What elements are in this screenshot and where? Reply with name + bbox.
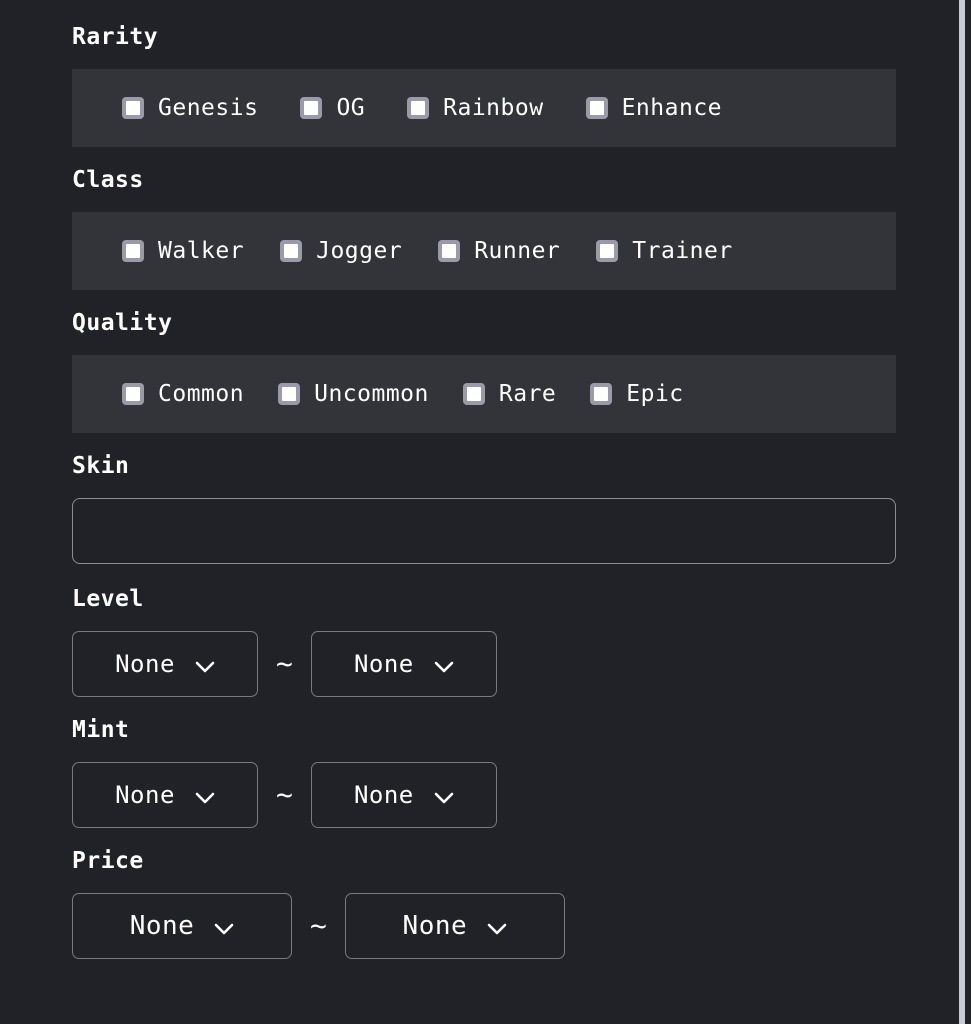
vertical-scrollbar[interactable] [959, 0, 965, 1024]
checkbox-icon[interactable] [122, 240, 144, 262]
quality-option-label: Uncommon [314, 381, 429, 407]
rarity-option-genesis[interactable]: Genesis [122, 95, 258, 121]
checkbox-icon[interactable] [300, 97, 323, 119]
rarity-option-label: OG [336, 95, 366, 121]
rarity-option-enhance[interactable]: Enhance [585, 95, 723, 121]
quality-option-rare[interactable]: Rare [462, 381, 557, 407]
rarity-option-rainbow[interactable]: Rainbow [407, 95, 543, 121]
rarity-option-label: Rainbow [443, 95, 544, 121]
checkbox-icon[interactable] [278, 383, 301, 405]
class-option-label: Trainer [632, 238, 733, 264]
class-option-walker[interactable]: Walker [122, 238, 244, 264]
mint-min-select[interactable]: None [72, 762, 258, 828]
checkbox-icon[interactable] [462, 383, 485, 405]
filter-content: Rarity Genesis OG Rainbow Enhance Class [72, 0, 896, 959]
mint-range-row: None ~ None [72, 762, 896, 828]
mint-section-label: Mint [72, 717, 130, 743]
mint-min-value: None [115, 781, 175, 809]
level-range-separator: ~ [276, 647, 293, 680]
checkbox-icon[interactable] [122, 383, 144, 405]
quality-option-uncommon[interactable]: Uncommon [278, 381, 429, 407]
checkbox-icon[interactable] [407, 97, 430, 119]
price-min-value: None [129, 911, 195, 941]
quality-option-label: Rare [498, 381, 557, 407]
mint-max-value: None [353, 781, 414, 809]
class-option-label: Jogger [316, 238, 403, 264]
level-min-value: None [115, 650, 175, 678]
class-option-jogger[interactable]: Jogger [280, 238, 402, 264]
skin-section-label: Skin [72, 453, 130, 479]
quality-option-epic[interactable]: Epic [590, 381, 683, 407]
rarity-option-og[interactable]: OG [300, 95, 365, 121]
rarity-options-group: Genesis OG Rainbow Enhance [72, 69, 896, 147]
chevron-down-icon [434, 789, 454, 804]
level-section-label: Level [72, 586, 144, 612]
checkbox-icon[interactable] [590, 383, 613, 405]
rarity-option-label: Genesis [158, 95, 259, 121]
class-option-runner[interactable]: Runner [438, 238, 560, 264]
class-options-group: Walker Jogger Runner Trainer [72, 212, 896, 290]
price-max-select[interactable]: None [344, 893, 565, 959]
quality-option-label: Common [158, 381, 245, 407]
checkbox-icon[interactable] [280, 240, 303, 262]
chevron-down-icon [434, 658, 454, 673]
chevron-down-icon [214, 920, 234, 935]
quality-options-group: Common Uncommon Rare Epic [72, 355, 896, 433]
checkbox-icon[interactable] [122, 97, 144, 119]
quality-section-label: Quality [72, 310, 173, 336]
quality-option-label: Epic [626, 381, 684, 407]
checkbox-icon[interactable] [438, 240, 461, 262]
class-section-label: Class [72, 167, 144, 193]
rarity-section-label: Rarity [72, 24, 159, 50]
level-min-select[interactable]: None [72, 631, 258, 697]
class-option-label: Runner [474, 238, 561, 264]
chevron-down-icon [195, 658, 215, 673]
chevron-down-icon [195, 789, 215, 804]
rarity-option-label: Enhance [621, 95, 723, 121]
price-max-value: None [402, 911, 468, 941]
mint-max-select[interactable]: None [310, 762, 497, 828]
quality-option-common[interactable]: Common [122, 381, 244, 407]
checkbox-icon[interactable] [596, 240, 619, 262]
price-range-row: None ~ None [72, 893, 896, 959]
price-min-select[interactable]: None [72, 893, 292, 959]
level-max-select[interactable]: None [310, 631, 497, 697]
price-section-label: Price [72, 848, 144, 874]
checkbox-icon[interactable] [585, 97, 608, 119]
level-range-row: None ~ None [72, 631, 896, 697]
chevron-down-icon [487, 920, 507, 935]
filter-panel: Rarity Genesis OG Rainbow Enhance Class [0, 0, 965, 1024]
price-range-separator: ~ [310, 909, 327, 942]
skin-input[interactable] [72, 498, 896, 564]
mint-range-separator: ~ [276, 778, 293, 811]
class-option-label: Walker [158, 238, 245, 264]
class-option-trainer[interactable]: Trainer [596, 238, 732, 264]
level-max-value: None [353, 650, 414, 678]
